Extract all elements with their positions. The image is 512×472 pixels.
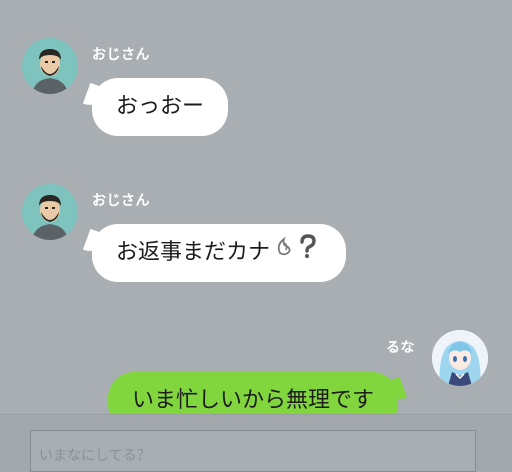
message-text: おっおー — [116, 94, 205, 119]
sweat-drop-question-icon — [274, 224, 322, 282]
sender-name: おじさん — [92, 193, 150, 209]
message-bubble[interactable]: お返事まだカナ — [92, 224, 347, 282]
uncle-avatar-icon[interactable] — [22, 38, 78, 94]
sender-name: おじさん — [92, 47, 150, 63]
message-text: お返事まだカナ — [116, 240, 271, 265]
message-text: いま忙しいから無理です — [132, 388, 375, 413]
message-bubble[interactable]: おっおー — [92, 78, 229, 136]
message-input[interactable] — [30, 430, 476, 472]
luna-avatar-icon[interactable] — [432, 330, 488, 386]
sender-name: るな — [386, 340, 415, 356]
uncle-avatar-icon[interactable] — [22, 184, 78, 240]
chat-window: おじさん おっおー おじさん お返事まだカナ るな いま忙しいから無理です いま… — [0, 0, 512, 472]
